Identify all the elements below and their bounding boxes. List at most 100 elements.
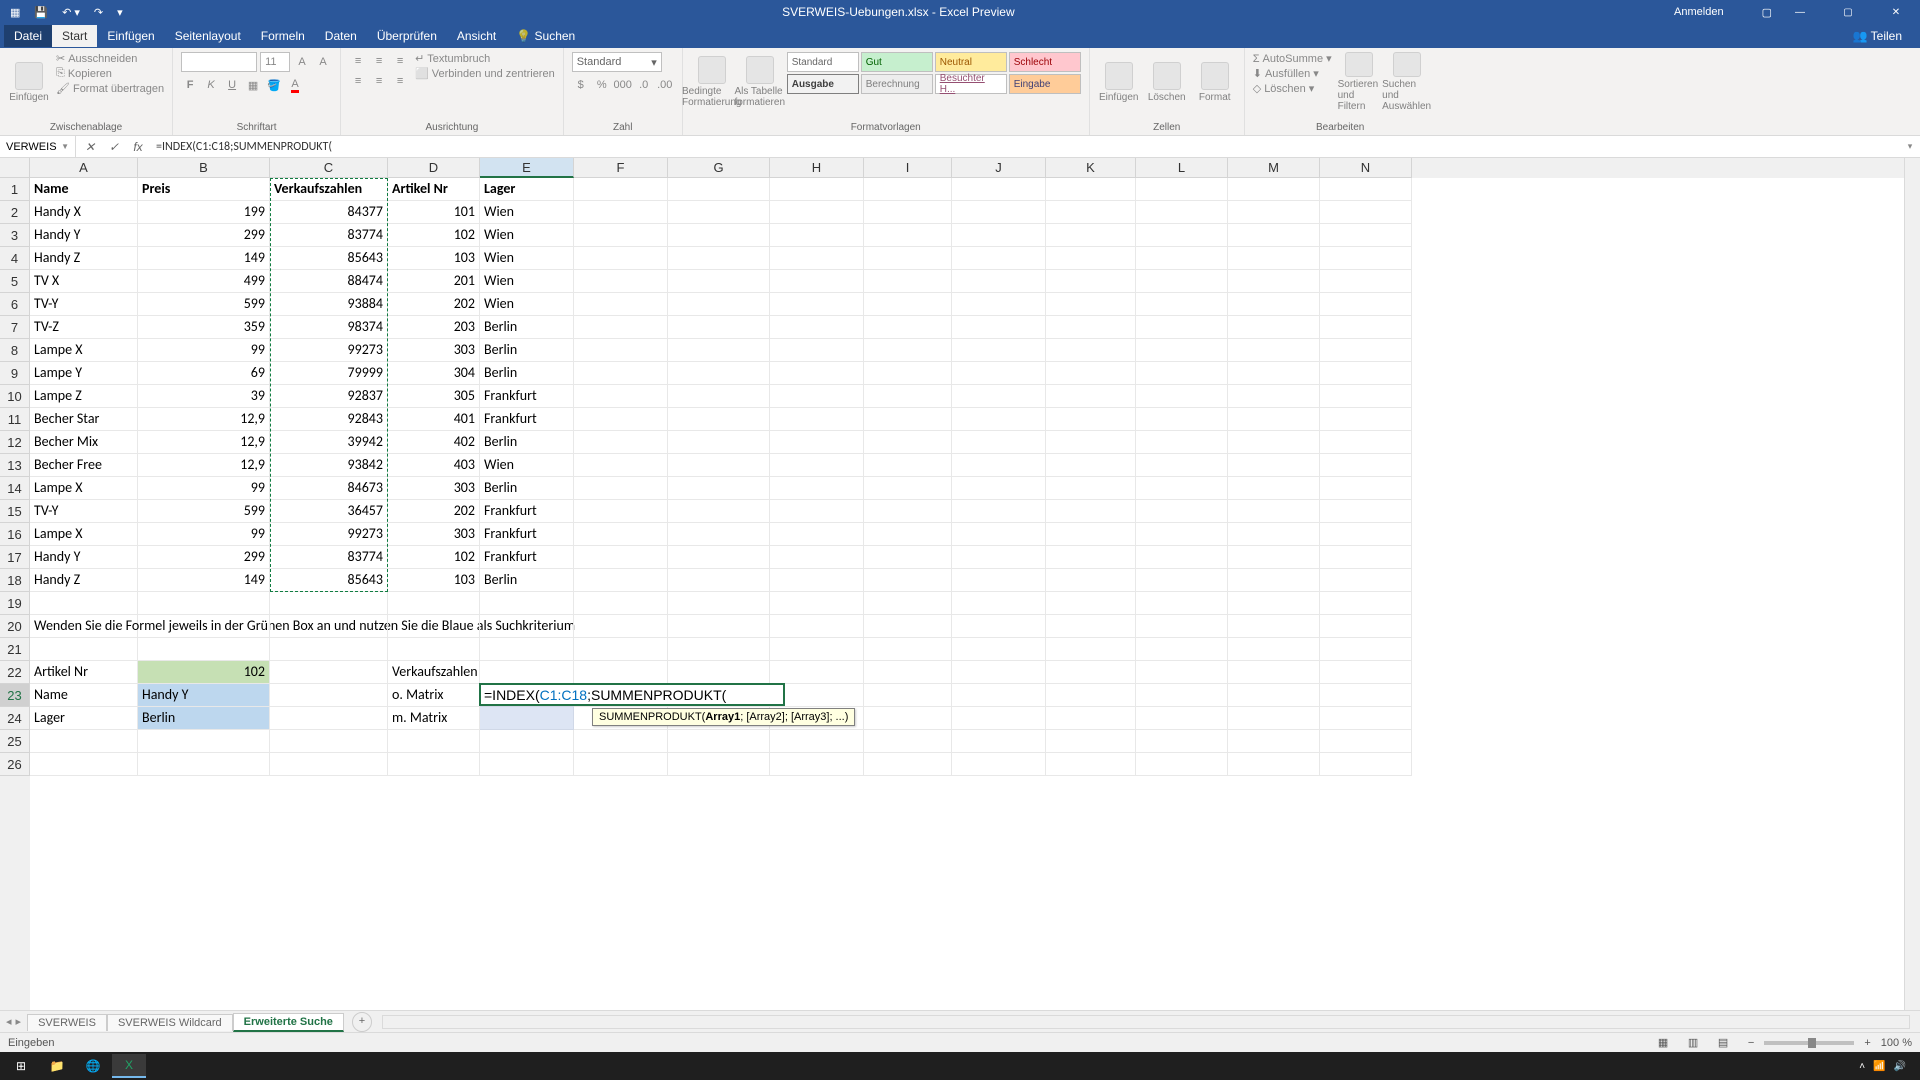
cell-H25[interactable] [770, 730, 864, 753]
cell-J8[interactable] [952, 339, 1046, 362]
cell-L4[interactable] [1136, 247, 1228, 270]
cell-N25[interactable] [1320, 730, 1412, 753]
find-select-button[interactable]: Suchen und Auswählen [1386, 52, 1428, 112]
cell-G11[interactable] [668, 408, 770, 431]
col-header-B[interactable]: B [138, 158, 270, 178]
cell-N20[interactable] [1320, 615, 1412, 638]
cell-G14[interactable] [668, 477, 770, 500]
cell-A3[interactable]: Handy Y [30, 224, 138, 247]
cell-C18[interactable]: 85643 [270, 569, 388, 592]
clear-button[interactable]: ◇ Löschen ▾ [1253, 82, 1332, 95]
cond-format-button[interactable]: Bedingte Formatierung [691, 52, 733, 112]
cell-B11[interactable]: 12,9 [138, 408, 270, 431]
cell-I22[interactable] [864, 661, 952, 684]
cell-M12[interactable] [1228, 431, 1320, 454]
cell-C2[interactable]: 84377 [270, 201, 388, 224]
cell-J16[interactable] [952, 523, 1046, 546]
cell-L23[interactable] [1136, 684, 1228, 707]
cell-M15[interactable] [1228, 500, 1320, 523]
cell-D6[interactable]: 202 [388, 293, 480, 316]
cell-C3[interactable]: 83774 [270, 224, 388, 247]
cell-G8[interactable] [668, 339, 770, 362]
row-header-8[interactable]: 8 [0, 339, 30, 362]
row-header-22[interactable]: 22 [0, 661, 30, 684]
cell-M4[interactable] [1228, 247, 1320, 270]
col-header-G[interactable]: G [668, 158, 770, 178]
cell-E16[interactable]: Frankfurt [480, 523, 574, 546]
redo-icon[interactable]: ↷ [94, 6, 103, 19]
taskbar[interactable]: ⊞ 📁 🌐 X ˄ 📶 🔊 [0, 1052, 1920, 1080]
cell-D10[interactable]: 305 [388, 385, 480, 408]
cell-B10[interactable]: 39 [138, 385, 270, 408]
cell-N22[interactable] [1320, 661, 1412, 684]
cell-F2[interactable] [574, 201, 668, 224]
editing-cell[interactable]: =INDEX(C1:C18;SUMMENPRODUKT( [479, 683, 785, 706]
cell-D18[interactable]: 103 [388, 569, 480, 592]
cell-L22[interactable] [1136, 661, 1228, 684]
cell-E5[interactable]: Wien [480, 270, 574, 293]
cell-C19[interactable] [270, 592, 388, 615]
cell-B26[interactable] [138, 753, 270, 776]
cell-L11[interactable] [1136, 408, 1228, 431]
cell-I5[interactable] [864, 270, 952, 293]
col-header-H[interactable]: H [770, 158, 864, 178]
cell-A25[interactable] [30, 730, 138, 753]
cell-J19[interactable] [952, 592, 1046, 615]
cell-N6[interactable] [1320, 293, 1412, 316]
row-header-3[interactable]: 3 [0, 224, 30, 247]
row-header-12[interactable]: 12 [0, 431, 30, 454]
cell-N11[interactable] [1320, 408, 1412, 431]
cell-M18[interactable] [1228, 569, 1320, 592]
tab-nav-last-icon[interactable]: ▸ [16, 1015, 22, 1028]
cell-F18[interactable] [574, 569, 668, 592]
style-eingabe[interactable]: Eingabe [1009, 74, 1081, 94]
cell-J21[interactable] [952, 638, 1046, 661]
row-header-13[interactable]: 13 [0, 454, 30, 477]
cell-F6[interactable] [574, 293, 668, 316]
cell-L10[interactable] [1136, 385, 1228, 408]
cell-K19[interactable] [1046, 592, 1136, 615]
cell-M1[interactable] [1228, 178, 1320, 201]
cell-B8[interactable]: 99 [138, 339, 270, 362]
delete-cells-button[interactable]: Löschen [1146, 52, 1188, 112]
cell-M8[interactable] [1228, 339, 1320, 362]
insert-cells-button[interactable]: Einfügen [1098, 52, 1140, 112]
cell-H9[interactable] [770, 362, 864, 385]
cell-M24[interactable] [1228, 707, 1320, 730]
cell-K5[interactable] [1046, 270, 1136, 293]
col-header-J[interactable]: J [952, 158, 1046, 178]
row-header-4[interactable]: 4 [0, 247, 30, 270]
cell-B23[interactable]: Handy Y [138, 684, 270, 707]
cell-D9[interactable]: 304 [388, 362, 480, 385]
zoom-in-icon[interactable]: + [1864, 1037, 1870, 1049]
cell-F8[interactable] [574, 339, 668, 362]
cell-L12[interactable] [1136, 431, 1228, 454]
cell-F9[interactable] [574, 362, 668, 385]
cell-H13[interactable] [770, 454, 864, 477]
tab-layout[interactable]: Seitenlayout [165, 25, 251, 47]
cell-I14[interactable] [864, 477, 952, 500]
cell-B17[interactable]: 299 [138, 546, 270, 569]
cell-C6[interactable]: 93884 [270, 293, 388, 316]
sort-filter-button[interactable]: Sortieren und Filtern [1338, 52, 1380, 112]
col-header-C[interactable]: C [270, 158, 388, 178]
cell-A18[interactable]: Handy Z [30, 569, 138, 592]
style-gut[interactable]: Gut [861, 52, 933, 72]
cell-J1[interactable] [952, 178, 1046, 201]
cell-C16[interactable]: 99273 [270, 523, 388, 546]
select-all-corner[interactable] [0, 158, 30, 178]
cell-I20[interactable] [864, 615, 952, 638]
cell-D17[interactable]: 102 [388, 546, 480, 569]
cell-A22[interactable]: Artikel Nr [30, 661, 138, 684]
cell-H21[interactable] [770, 638, 864, 661]
cell-K14[interactable] [1046, 477, 1136, 500]
cell-G4[interactable] [668, 247, 770, 270]
cell-B25[interactable] [138, 730, 270, 753]
cell-I19[interactable] [864, 592, 952, 615]
undo-icon[interactable]: ↶ ▾ [62, 6, 80, 19]
cell-C1[interactable]: Verkaufszahlen [270, 178, 388, 201]
cell-I26[interactable] [864, 753, 952, 776]
expand-formula-icon[interactable]: ▾ [1900, 141, 1920, 152]
cell-E6[interactable]: Wien [480, 293, 574, 316]
view-break-icon[interactable]: ▤ [1718, 1036, 1738, 1050]
